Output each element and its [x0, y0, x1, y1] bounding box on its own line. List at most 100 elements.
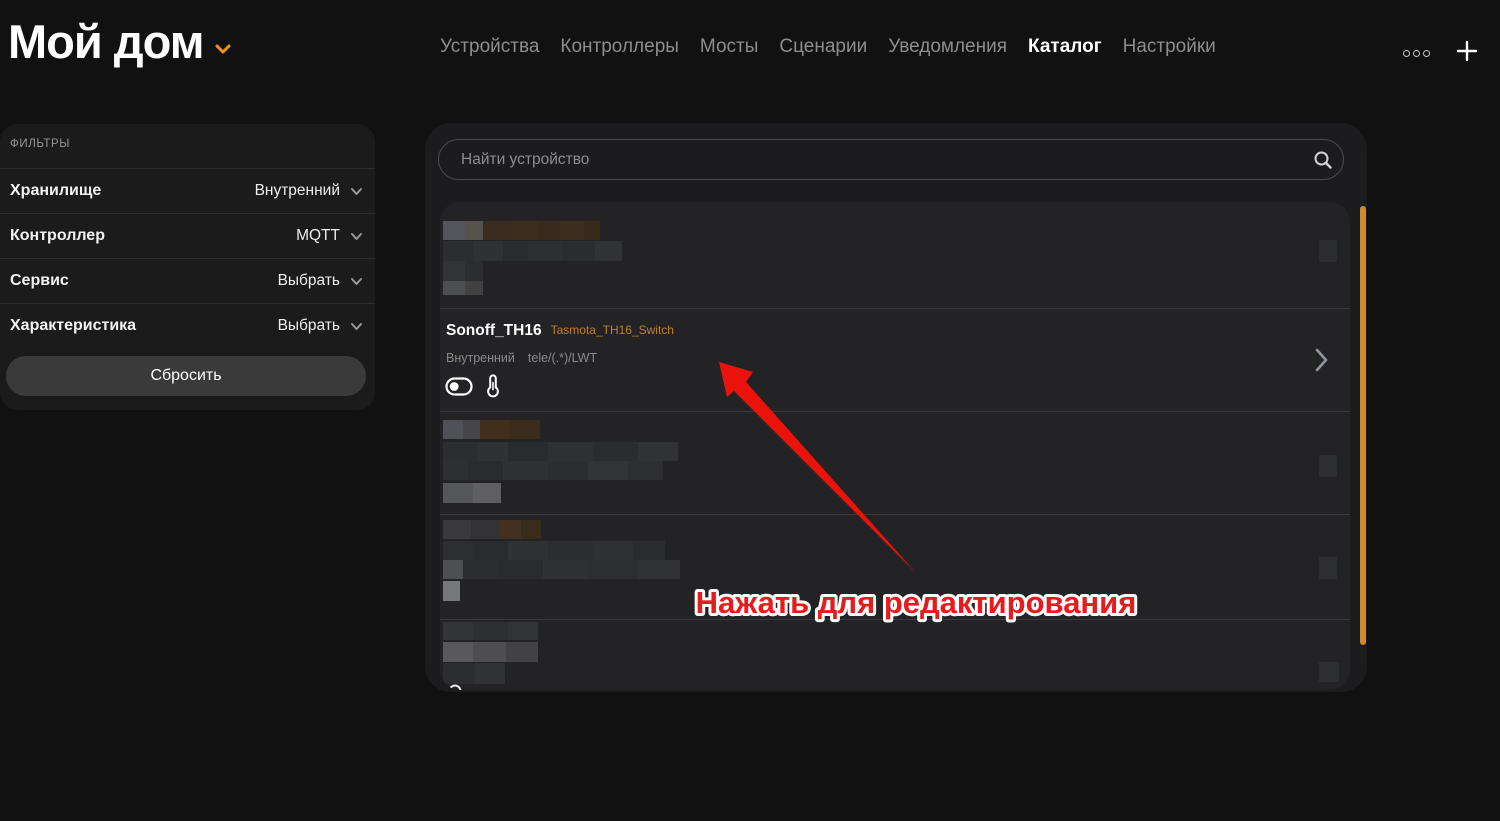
- nav-item-catalog[interactable]: Каталог: [1028, 36, 1102, 58]
- device-list: Sonoff_TH16 Tasmota_TH16_Switch Внутренн…: [440, 202, 1350, 690]
- blurred-device-row-2: [548, 442, 593, 461]
- chevron-right-icon: [1314, 347, 1329, 373]
- app-logo[interactable]: Мой дом: [8, 14, 232, 69]
- search-icon[interactable]: [1313, 150, 1333, 170]
- blurred-device-row-1: [528, 241, 563, 261]
- dot: [1403, 50, 1410, 57]
- blurred-device-row-2: [548, 461, 588, 480]
- filter-label: Контроллер: [10, 227, 105, 245]
- blurred-device-row-3: [471, 520, 499, 539]
- blurred-device-row-2: [443, 420, 463, 439]
- blurred-device-row-2: [443, 442, 478, 461]
- blurred-device-row-1: [563, 241, 595, 261]
- filter-rows: Хранилище Внутренний Контроллер MQTT Сервис В…: [0, 168, 375, 348]
- more-options-icon[interactable]: [1403, 46, 1430, 57]
- blurred-device-row-4: [443, 622, 473, 640]
- chevron-down-icon: [350, 187, 363, 196]
- device-name: Sonoff_TH16: [446, 322, 542, 340]
- device-subtitle: Внутренний tele/(.*)/LWT: [446, 351, 597, 365]
- blurred-device-row-1: [503, 241, 528, 261]
- toggle-icon: [445, 377, 473, 396]
- blurred-device-row-1: [513, 221, 538, 240]
- blurred-device-row-2: [510, 420, 540, 439]
- blurred-device-row-1: [443, 241, 473, 261]
- reset-filters-button[interactable]: Сбросить: [6, 356, 366, 396]
- blurred-device-row-4: [506, 642, 538, 662]
- filter-value: Выбрать: [278, 317, 340, 335]
- filter-value-dropdown[interactable]: Внутренний: [255, 182, 363, 200]
- blurred-device-row-4: [473, 642, 506, 662]
- blurred-device-row-2: [443, 483, 473, 503]
- filter-row-characteristic[interactable]: Характеристика Выбрать: [0, 303, 375, 348]
- blurred-device-row-1: [443, 261, 465, 281]
- blurred-device-row-1: [595, 241, 622, 261]
- blurred-device-row-3: [443, 560, 463, 579]
- nav-item-controllers[interactable]: Контроллеры: [560, 36, 679, 58]
- dot: [1423, 50, 1430, 57]
- blurred-device-row-2: [638, 442, 678, 461]
- scrollbar-thumb[interactable]: [1360, 206, 1366, 645]
- blurred-device-row-1: [473, 241, 503, 261]
- blurred-device-row-3: [593, 541, 633, 560]
- chevron-down-icon: [214, 43, 232, 55]
- filter-label: Характеристика: [10, 317, 136, 335]
- blurred-device-row-4: [475, 663, 505, 684]
- blurred-device-row-3: [463, 560, 498, 579]
- blurred-device-row-2: [593, 442, 638, 461]
- nav-item-scenarios[interactable]: Сценарии: [779, 36, 867, 58]
- main-nav: Устройства Контроллеры Мосты Сценарии Уведом…: [440, 36, 1216, 58]
- device-capability-icons: [445, 374, 500, 398]
- filter-row-service[interactable]: Сервис Выбрать: [0, 258, 375, 303]
- blurred-device-row-1: [465, 261, 483, 281]
- filter-row-storage[interactable]: Хранилище Внутренний: [0, 168, 375, 213]
- catalog-panel: Sonoff_TH16 Tasmota_TH16_Switch Внутренн…: [425, 123, 1367, 692]
- filter-value-dropdown[interactable]: Выбрать: [278, 317, 363, 335]
- blurred-device-row-2: [473, 483, 501, 503]
- search-input[interactable]: [438, 139, 1344, 180]
- blurred-device-row-1: [560, 221, 584, 240]
- filter-value: Выбрать: [278, 272, 340, 290]
- nav-item-bridges[interactable]: Мосты: [700, 36, 758, 58]
- row-divider: [440, 619, 1350, 620]
- filter-row-controller[interactable]: Контроллер MQTT: [0, 213, 375, 258]
- blurred-device-row-2: [588, 461, 628, 480]
- blurred-device-row-3: [473, 541, 508, 560]
- blurred-device-row-3: [1319, 557, 1337, 579]
- filter-value-dropdown[interactable]: Выбрать: [278, 272, 363, 290]
- blurred-device-row-3: [548, 541, 593, 560]
- blurred-device-row-3: [633, 541, 665, 560]
- nav-item-notifications[interactable]: Уведомления: [888, 36, 1007, 58]
- device-title-line: Sonoff_TH16 Tasmota_TH16_Switch: [446, 322, 674, 340]
- blurred-device-row-2: [468, 461, 503, 480]
- blurred-device-row-2: [480, 420, 510, 439]
- blurred-device-row-3: [443, 581, 460, 601]
- blurred-device-row-3: [498, 560, 543, 579]
- chevron-down-icon: [350, 232, 363, 241]
- filter-value-dropdown[interactable]: MQTT: [296, 227, 363, 245]
- blurred-device-row-1: [443, 221, 465, 240]
- blurred-device-row-1: [443, 281, 465, 295]
- blurred-device-row-1: [1319, 240, 1337, 262]
- blurred-device-row-4: [473, 622, 508, 640]
- blurred-device-row-1: [465, 281, 483, 295]
- blurred-device-row-4: [443, 663, 475, 684]
- header-actions: [1403, 40, 1478, 62]
- blurred-device-row-3: [588, 560, 638, 579]
- filter-value: Внутренний: [255, 182, 340, 200]
- row-divider: [440, 411, 1350, 412]
- filters-title: ФИЛЬТРЫ: [10, 138, 70, 150]
- filter-label: Хранилище: [10, 182, 101, 200]
- device-storage: Внутренний: [446, 351, 515, 365]
- device-row-sonoff[interactable]: Sonoff_TH16 Tasmota_TH16_Switch Внутренн…: [440, 309, 1350, 411]
- filter-label: Сервис: [10, 272, 69, 290]
- nav-item-devices[interactable]: Устройства: [440, 36, 539, 58]
- blurred-device-row-3: [499, 520, 521, 539]
- blurred-device-row-4: [1319, 662, 1339, 682]
- app-window: Мой дом Устройства Контроллеры Мосты Сценар…: [0, 0, 1500, 821]
- blurred-device-row-4: [443, 642, 473, 662]
- blurred-device-row-2: [508, 442, 548, 461]
- add-button[interactable]: [1456, 40, 1478, 62]
- nav-item-settings[interactable]: Настройки: [1123, 36, 1216, 58]
- blurred-device-row-1: [538, 221, 560, 240]
- blurred-device-row-3: [521, 520, 541, 539]
